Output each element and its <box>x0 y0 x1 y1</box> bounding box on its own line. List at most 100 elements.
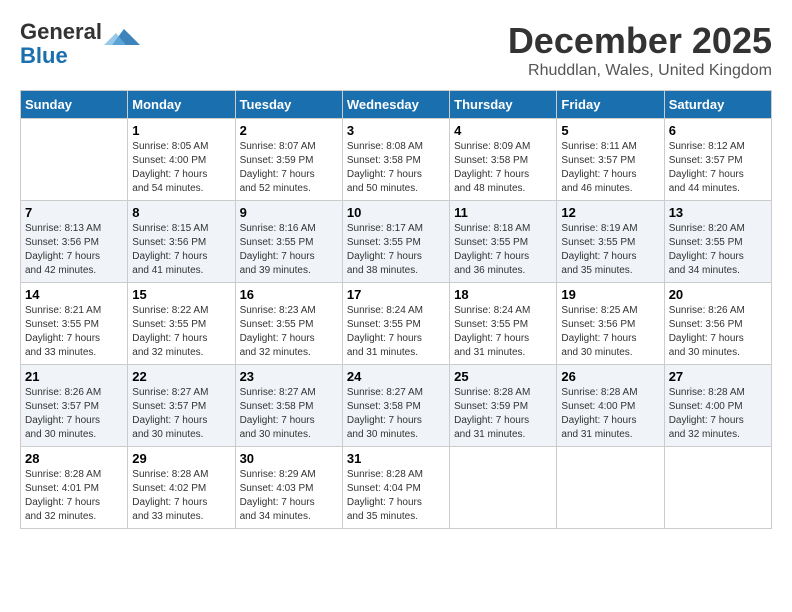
day-number: 22 <box>132 369 230 384</box>
day-info: Sunrise: 8:26 AM Sunset: 3:56 PM Dayligh… <box>669 304 767 360</box>
calendar-cell: 28 Sunrise: 8:28 AM Sunset: 4:01 PM Dayli… <box>21 447 128 529</box>
calendar-cell: 7 Sunrise: 8:13 AM Sunset: 3:56 PM Daylig… <box>21 201 128 283</box>
calendar-cell: 12 Sunrise: 8:19 AM Sunset: 3:55 PM Dayli… <box>557 201 664 283</box>
day-number: 25 <box>454 369 552 384</box>
day-info: Sunrise: 8:05 AM Sunset: 4:00 PM Dayligh… <box>132 140 230 196</box>
calendar-cell: 20 Sunrise: 8:26 AM Sunset: 3:56 PM Dayli… <box>664 283 771 365</box>
day-number: 16 <box>240 287 338 302</box>
calendar-cell: 3 Sunrise: 8:08 AM Sunset: 3:58 PM Daylig… <box>342 119 449 201</box>
day-info: Sunrise: 8:28 AM Sunset: 4:02 PM Dayligh… <box>132 468 230 524</box>
day-info: Sunrise: 8:18 AM Sunset: 3:55 PM Dayligh… <box>454 222 552 278</box>
calendar-cell: 18Sunrise: 8:24 AM Sunset: 3:55 PM Dayli… <box>450 283 557 365</box>
day-header-sunday: Sunday <box>21 91 128 119</box>
calendar-cell: 19Sunrise: 8:25 AM Sunset: 3:56 PM Dayli… <box>557 283 664 365</box>
day-number: 3 <box>347 123 445 138</box>
day-number: 4 <box>454 123 552 138</box>
calendar-week-row: 21 Sunrise: 8:26 AM Sunset: 3:57 PM Dayli… <box>21 365 772 447</box>
day-header-monday: Monday <box>128 91 235 119</box>
day-number: 11 <box>454 205 552 220</box>
calendar-body: 1 Sunrise: 8:05 AM Sunset: 4:00 PM Daylig… <box>21 119 772 529</box>
day-header-saturday: Saturday <box>664 91 771 119</box>
day-number: 23 <box>240 369 338 384</box>
calendar-cell: 6Sunrise: 8:12 AM Sunset: 3:57 PM Daylig… <box>664 119 771 201</box>
day-info: Sunrise: 8:17 AM Sunset: 3:55 PM Dayligh… <box>347 222 445 278</box>
day-number: 17 <box>347 287 445 302</box>
day-info: Sunrise: 8:21 AM Sunset: 3:55 PM Dayligh… <box>25 304 123 360</box>
main-title: December 2025 <box>508 20 772 62</box>
calendar-cell: 21 Sunrise: 8:26 AM Sunset: 3:57 PM Dayli… <box>21 365 128 447</box>
day-number: 21 <box>25 369 123 384</box>
calendar-header-row: SundayMondayTuesdayWednesdayThursdayFrid… <box>21 91 772 119</box>
day-info: Sunrise: 8:28 AM Sunset: 4:00 PM Dayligh… <box>561 386 659 442</box>
day-info: Sunrise: 8:27 AM Sunset: 3:58 PM Dayligh… <box>240 386 338 442</box>
calendar-cell: 23 Sunrise: 8:27 AM Sunset: 3:58 PM Dayli… <box>235 365 342 447</box>
day-header-friday: Friday <box>557 91 664 119</box>
calendar-cell: 5Sunrise: 8:11 AM Sunset: 3:57 PM Daylig… <box>557 119 664 201</box>
day-number: 15 <box>132 287 230 302</box>
day-header-thursday: Thursday <box>450 91 557 119</box>
calendar-cell: 16Sunrise: 8:23 AM Sunset: 3:55 PM Dayli… <box>235 283 342 365</box>
title-block: December 2025 Rhuddlan, Wales, United Ki… <box>508 20 772 80</box>
day-number: 29 <box>132 451 230 466</box>
day-info: Sunrise: 8:07 AM Sunset: 3:59 PM Dayligh… <box>240 140 338 196</box>
day-number: 20 <box>669 287 767 302</box>
calendar-cell: 22 Sunrise: 8:27 AM Sunset: 3:57 PM Dayli… <box>128 365 235 447</box>
day-info: Sunrise: 8:28 AM Sunset: 3:59 PM Dayligh… <box>454 386 552 442</box>
day-info: Sunrise: 8:09 AM Sunset: 3:58 PM Dayligh… <box>454 140 552 196</box>
day-info: Sunrise: 8:08 AM Sunset: 3:58 PM Dayligh… <box>347 140 445 196</box>
calendar-cell: 4 Sunrise: 8:09 AM Sunset: 3:58 PM Daylig… <box>450 119 557 201</box>
calendar-cell: 17 Sunrise: 8:24 AM Sunset: 3:55 PM Dayli… <box>342 283 449 365</box>
day-number: 1 <box>132 123 230 138</box>
calendar-cell <box>21 119 128 201</box>
calendar-cell: 15 Sunrise: 8:22 AM Sunset: 3:55 PM Dayli… <box>128 283 235 365</box>
day-number: 13 <box>669 205 767 220</box>
day-info: Sunrise: 8:27 AM Sunset: 3:57 PM Dayligh… <box>132 386 230 442</box>
calendar-cell: 11 Sunrise: 8:18 AM Sunset: 3:55 PM Dayli… <box>450 201 557 283</box>
calendar-week-row: 28 Sunrise: 8:28 AM Sunset: 4:01 PM Dayli… <box>21 447 772 529</box>
calendar-cell: 25 Sunrise: 8:28 AM Sunset: 3:59 PM Dayli… <box>450 365 557 447</box>
day-info: Sunrise: 8:12 AM Sunset: 3:57 PM Dayligh… <box>669 140 767 196</box>
day-number: 24 <box>347 369 445 384</box>
day-info: Sunrise: 8:13 AM Sunset: 3:56 PM Dayligh… <box>25 222 123 278</box>
calendar-cell: 26Sunrise: 8:28 AM Sunset: 4:00 PM Dayli… <box>557 365 664 447</box>
calendar-cell <box>557 447 664 529</box>
calendar-cell: 10 Sunrise: 8:17 AM Sunset: 3:55 PM Dayli… <box>342 201 449 283</box>
day-info: Sunrise: 8:24 AM Sunset: 3:55 PM Dayligh… <box>454 304 552 360</box>
day-number: 2 <box>240 123 338 138</box>
calendar-week-row: 7 Sunrise: 8:13 AM Sunset: 3:56 PM Daylig… <box>21 201 772 283</box>
day-info: Sunrise: 8:11 AM Sunset: 3:57 PM Dayligh… <box>561 140 659 196</box>
calendar-cell: 14 Sunrise: 8:21 AM Sunset: 3:55 PM Dayli… <box>21 283 128 365</box>
subtitle: Rhuddlan, Wales, United Kingdom <box>508 62 772 80</box>
calendar-cell: 24Sunrise: 8:27 AM Sunset: 3:58 PM Dayli… <box>342 365 449 447</box>
day-info: Sunrise: 8:24 AM Sunset: 3:55 PM Dayligh… <box>347 304 445 360</box>
day-number: 27 <box>669 369 767 384</box>
day-info: Sunrise: 8:26 AM Sunset: 3:57 PM Dayligh… <box>25 386 123 442</box>
calendar-week-row: 14 Sunrise: 8:21 AM Sunset: 3:55 PM Dayli… <box>21 283 772 365</box>
calendar-cell: 2 Sunrise: 8:07 AM Sunset: 3:59 PM Daylig… <box>235 119 342 201</box>
day-number: 12 <box>561 205 659 220</box>
logo-text: General Blue <box>20 20 102 68</box>
calendar-cell <box>450 447 557 529</box>
day-info: Sunrise: 8:19 AM Sunset: 3:55 PM Dayligh… <box>561 222 659 278</box>
day-number: 30 <box>240 451 338 466</box>
day-number: 14 <box>25 287 123 302</box>
calendar-table: SundayMondayTuesdayWednesdayThursdayFrid… <box>20 90 772 529</box>
calendar-cell: 29 Sunrise: 8:28 AM Sunset: 4:02 PM Dayli… <box>128 447 235 529</box>
day-number: 28 <box>25 451 123 466</box>
day-number: 9 <box>240 205 338 220</box>
page-header: General Blue December 2025 Rhuddlan, Wal… <box>20 20 772 80</box>
day-number: 10 <box>347 205 445 220</box>
logo-icon <box>104 27 140 51</box>
day-info: Sunrise: 8:20 AM Sunset: 3:55 PM Dayligh… <box>669 222 767 278</box>
calendar-cell: 9 Sunrise: 8:16 AM Sunset: 3:55 PM Daylig… <box>235 201 342 283</box>
day-info: Sunrise: 8:25 AM Sunset: 3:56 PM Dayligh… <box>561 304 659 360</box>
calendar-cell: 30Sunrise: 8:29 AM Sunset: 4:03 PM Dayli… <box>235 447 342 529</box>
day-info: Sunrise: 8:16 AM Sunset: 3:55 PM Dayligh… <box>240 222 338 278</box>
day-info: Sunrise: 8:28 AM Sunset: 4:01 PM Dayligh… <box>25 468 123 524</box>
day-info: Sunrise: 8:15 AM Sunset: 3:56 PM Dayligh… <box>132 222 230 278</box>
day-header-tuesday: Tuesday <box>235 91 342 119</box>
day-info: Sunrise: 8:22 AM Sunset: 3:55 PM Dayligh… <box>132 304 230 360</box>
day-number: 7 <box>25 205 123 220</box>
calendar-cell: 8Sunrise: 8:15 AM Sunset: 3:56 PM Daylig… <box>128 201 235 283</box>
calendar-cell: 13 Sunrise: 8:20 AM Sunset: 3:55 PM Dayli… <box>664 201 771 283</box>
